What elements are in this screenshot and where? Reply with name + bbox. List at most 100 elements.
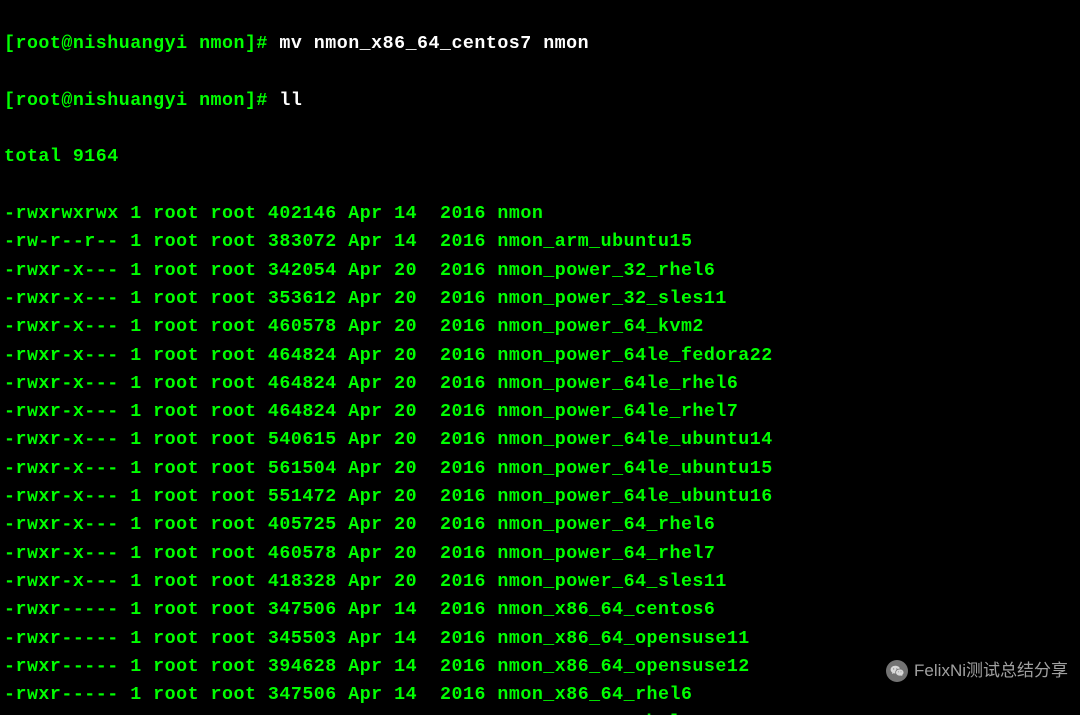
file-day: 20 (394, 487, 417, 507)
file-year: 2016 (429, 317, 486, 337)
file-day: 20 (394, 459, 417, 479)
file-day: 20 (394, 402, 417, 422)
file-day: 14 (394, 204, 417, 224)
file-size: 464824 (268, 402, 337, 422)
file-group: root (211, 459, 257, 479)
file-permissions: -rwxr-x--- (4, 572, 119, 592)
file-group: root (211, 261, 257, 281)
prompt-sep (188, 34, 199, 54)
file-permissions: -rwxr-x--- (4, 402, 119, 422)
file-name: nmon_power_64le_ubuntu15 (497, 459, 772, 479)
file-owner: root (153, 232, 199, 252)
file-links: 1 (130, 657, 141, 677)
file-permissions: -rwxr-x--- (4, 289, 119, 309)
file-month: Apr (348, 204, 382, 224)
file-group: root (211, 374, 257, 394)
file-year: 2016 (429, 459, 486, 479)
file-month: Apr (348, 657, 382, 677)
file-row: -rwxr-x--- 1 root root 405725 Apr 20 201… (4, 511, 1076, 539)
file-month: Apr (348, 685, 382, 705)
file-permissions: -rwxr-x--- (4, 544, 119, 564)
file-group: root (211, 204, 257, 224)
file-group: root (211, 600, 257, 620)
file-owner: root (153, 459, 199, 479)
file-size: 405725 (268, 515, 337, 535)
file-day: 14 (394, 600, 417, 620)
file-day: 20 (394, 317, 417, 337)
terminal-output[interactable]: [root@nishuangyi nmon]# mv nmon_x86_64_c… (0, 0, 1080, 715)
file-group: root (211, 657, 257, 677)
prompt-line-mv: [root@nishuangyi nmon]# mv nmon_x86_64_c… (4, 30, 1076, 58)
file-group: root (211, 487, 257, 507)
file-month: Apr (348, 544, 382, 564)
file-day: 20 (394, 346, 417, 366)
file-row: -rwxr-x--- 1 root root 353612 Apr 20 201… (4, 285, 1076, 313)
file-size: 394628 (268, 657, 337, 677)
file-size: 353612 (268, 289, 337, 309)
file-name: nmon (497, 204, 543, 224)
file-year: 2016 (429, 346, 486, 366)
file-links: 1 (130, 346, 141, 366)
file-day: 14 (394, 232, 417, 252)
file-listing: -rwxrwxrwx 1 root root 402146 Apr 14 201… (4, 200, 1076, 715)
file-row: -rwxr----- 1 root root 347506 Apr 14 201… (4, 596, 1076, 624)
file-row: -rwxr-x--- 1 root root 460578 Apr 20 201… (4, 540, 1076, 568)
file-day: 14 (394, 657, 417, 677)
file-month: Apr (348, 600, 382, 620)
file-owner: root (153, 487, 199, 507)
file-group: root (211, 317, 257, 337)
file-name: nmon_power_64le_ubuntu16 (497, 487, 772, 507)
prompt-open: [ (4, 34, 15, 54)
file-size: 460578 (268, 317, 337, 337)
file-size: 347506 (268, 685, 337, 705)
file-group: root (211, 430, 257, 450)
file-name: nmon_x86_64_opensuse11 (497, 629, 749, 649)
file-year: 2016 (429, 204, 486, 224)
file-year: 2016 (429, 232, 486, 252)
file-size: 460578 (268, 544, 337, 564)
file-permissions: -rwxr-x--- (4, 317, 119, 337)
file-year: 2016 (429, 374, 486, 394)
file-links: 1 (130, 685, 141, 705)
file-links: 1 (130, 629, 141, 649)
wechat-icon (886, 660, 908, 682)
file-month: Apr (348, 289, 382, 309)
file-day: 20 (394, 261, 417, 281)
file-group: root (211, 402, 257, 422)
file-links: 1 (130, 232, 141, 252)
file-year: 2016 (429, 685, 486, 705)
file-year: 2016 (429, 629, 486, 649)
file-month: Apr (348, 374, 382, 394)
file-row: -rwxr-x--- 1 root root 418328 Apr 20 201… (4, 568, 1076, 596)
file-name: nmon_arm_ubuntu15 (497, 232, 692, 252)
file-group: root (211, 232, 257, 252)
file-size: 402146 (268, 204, 337, 224)
prompt-path: nmon (199, 34, 245, 54)
file-name: nmon_power_64le_ubuntu14 (497, 430, 772, 450)
file-size: 561504 (268, 459, 337, 479)
file-year: 2016 (429, 487, 486, 507)
file-name: nmon_power_64le_rhel6 (497, 374, 738, 394)
file-owner: root (153, 572, 199, 592)
file-permissions: -rwxrwxrwx (4, 204, 119, 224)
file-links: 1 (130, 572, 141, 592)
file-row: -rwxr-x--- 1 root root 464824 Apr 20 201… (4, 398, 1076, 426)
file-month: Apr (348, 515, 382, 535)
file-month: Apr (348, 487, 382, 507)
file-year: 2016 (429, 261, 486, 281)
watermark-text: FelixNi测试总结分享 (914, 657, 1068, 685)
file-name: nmon_x86_64_rhel6 (497, 685, 692, 705)
file-month: Apr (348, 459, 382, 479)
file-owner: root (153, 657, 199, 677)
file-name: nmon_power_64_kvm2 (497, 317, 703, 337)
prompt-host: nishuangyi (73, 34, 188, 54)
file-group: root (211, 629, 257, 649)
file-name: nmon_power_64le_rhel7 (497, 402, 738, 422)
file-year: 2016 (429, 515, 486, 535)
file-row: -rwxr----- 1 root root 402146 Apr 14 201… (4, 709, 1076, 715)
file-row: -rwxrwxrwx 1 root root 402146 Apr 14 201… (4, 200, 1076, 228)
file-owner: root (153, 402, 199, 422)
prompt-user: root (15, 34, 61, 54)
file-links: 1 (130, 600, 141, 620)
file-owner: root (153, 346, 199, 366)
